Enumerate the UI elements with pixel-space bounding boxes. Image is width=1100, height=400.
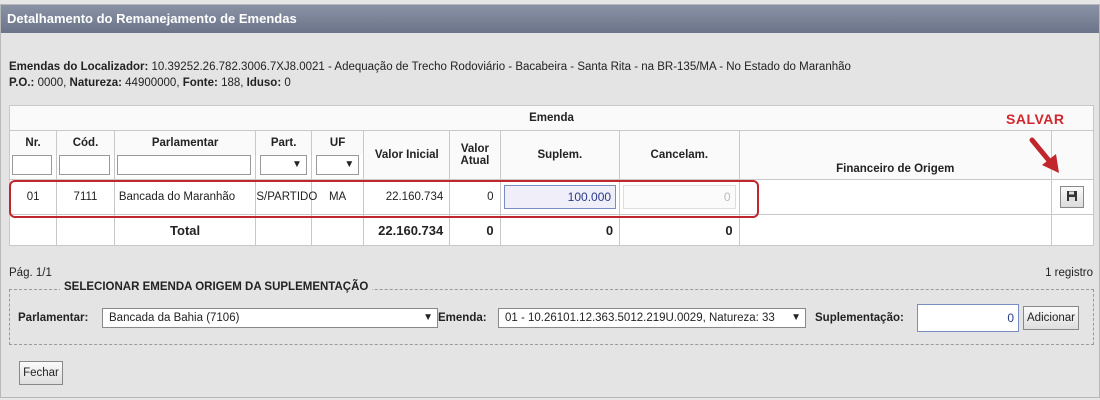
filter-nr-cell (8, 155, 58, 180)
total-suplem: 0 (499, 214, 621, 246)
filter-uf-select[interactable]: ▼ (315, 155, 360, 175)
cell-cancelam: 0 (619, 179, 740, 215)
suplementacao-label: Suplementação: (815, 312, 904, 324)
col-valor-atual: Valor Atual (449, 130, 501, 180)
filter-cod-cell (56, 155, 115, 180)
col-uf: UF (310, 130, 365, 155)
total-cancelam: 0 (619, 214, 740, 246)
salvar-annotation: SALVAR (1006, 111, 1065, 127)
emenda-select[interactable]: 01 - 10.26101.12.363.5012.219U.0029, Nat… (498, 308, 806, 328)
suplementacao-input[interactable]: 0 (917, 304, 1019, 332)
pagination-page: Pág. 1/1 (9, 267, 52, 279)
iduso-label: Iduso: (246, 77, 282, 89)
selection-legend: SELECIONAR EMENDA ORIGEM DA SUPLEMENTAÇÃ… (60, 281, 373, 293)
natureza-value: 44900000, (125, 77, 180, 89)
add-button[interactable]: Adicionar (1023, 306, 1079, 330)
arrow-annotation-icon (1029, 137, 1059, 173)
col-valor-inicial: Valor Inicial (363, 130, 451, 180)
cell-actions (1050, 179, 1095, 215)
total-row: Total 22.160.734 0 0 0 (8, 214, 1095, 246)
cell-cod: 7111 (56, 179, 115, 215)
po-value: 0000, (37, 77, 67, 89)
chevron-down-icon: ▼ (789, 309, 801, 327)
emenda-label: Emenda: (438, 312, 487, 324)
close-button[interactable]: Fechar (19, 361, 63, 385)
filter-nr-input[interactable] (12, 155, 53, 175)
table-row: 01 7111 Bancada do Maranhão S/PARTIDO MA… (8, 179, 1095, 215)
col-part: Part. (255, 130, 312, 155)
col-cod: Cód. (56, 130, 115, 155)
chevron-down-icon: ▼ (423, 312, 433, 323)
col-parlamentar: Parlamentar (113, 130, 257, 155)
cell-financeiro (738, 179, 1052, 215)
emendas-table: Emenda Nr. Cód. Parlamentar Part. UF Val… (8, 105, 1095, 246)
total-label: Total (113, 214, 257, 246)
cell-suplem: 100.000 (499, 179, 621, 215)
parlamentar-label: Parlamentar: (18, 312, 89, 324)
filter-part-select[interactable]: ▼ (260, 155, 307, 175)
emenda-select-value: 01 - 10.26101.12.363.5012.219U.0029, Nat… (505, 312, 775, 324)
iduso-value: 0 (284, 77, 291, 89)
localizador-value: 10.39252.26.782.3006.7XJ8.0021 - Adequaç… (151, 61, 851, 73)
cancelam-input: 0 (623, 185, 736, 209)
chevron-down-icon: ▼ (344, 159, 355, 170)
filter-uf-cell: ▼ (310, 155, 365, 180)
save-icon (1067, 191, 1078, 201)
total-valor-atual: 0 (449, 214, 501, 246)
col-financeiro: Financeiro de Origem (738, 130, 1052, 180)
fonte-label: Fonte: (182, 77, 218, 89)
parlamentar-select-value: Bancada da Bahia (7106) (109, 312, 240, 324)
filter-parlamentar-input[interactable] (116, 155, 252, 175)
cell-parlamentar: Bancada do Maranhão (113, 179, 257, 215)
cell-valor-atual: 0 (449, 179, 501, 215)
cell-uf: MA (310, 179, 365, 215)
col-suplem: Suplem. (499, 130, 621, 180)
record-count: 1 registro (1045, 267, 1093, 279)
save-button[interactable] (1060, 186, 1085, 208)
parlamentar-select[interactable]: Bancada da Bahia (7106) ▼ (102, 308, 438, 328)
filter-cod-input[interactable] (59, 155, 110, 175)
dialog-window: Detalhamento do Remanejamento de Emendas… (0, 4, 1100, 398)
localizador-info: Emendas do Localizador: 10.39252.26.782.… (9, 59, 851, 91)
group-header-emenda: Emenda (9, 105, 1094, 131)
po-label: P.O.: (9, 77, 35, 89)
selection-fieldset: SELECIONAR EMENDA ORIGEM DA SUPLEMENTAÇÃ… (9, 281, 1094, 345)
col-cancelam: Cancelam. (619, 130, 740, 180)
cell-nr: 01 (8, 179, 58, 215)
cell-valor-inicial: 22.160.734 (363, 179, 451, 215)
total-valor-inicial: 22.160.734 (363, 214, 451, 246)
fonte-value: 188, (221, 77, 244, 89)
col-nr: Nr. (8, 130, 58, 155)
suplem-input[interactable]: 100.000 (503, 185, 617, 209)
window-title: Detalhamento do Remanejamento de Emendas (1, 5, 1099, 33)
localizador-label: Emendas do Localizador: (9, 61, 149, 73)
cell-part: S/PARTIDO (255, 179, 317, 215)
filter-part-cell: ▼ (255, 155, 312, 180)
filter-parlamentar-cell (113, 155, 257, 180)
chevron-down-icon: ▼ (291, 159, 302, 170)
natureza-label: Natureza: (69, 77, 122, 89)
